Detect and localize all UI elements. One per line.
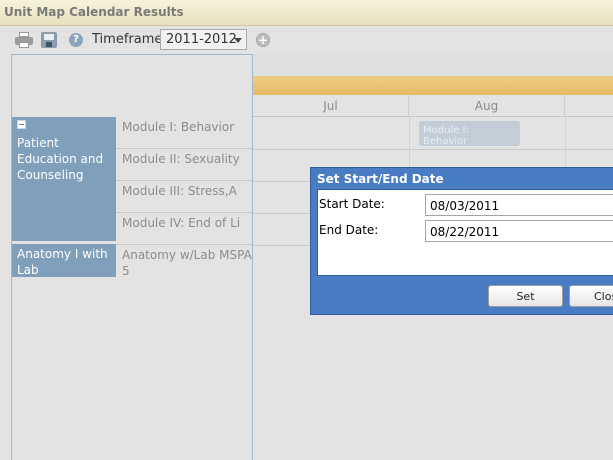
dialog-body: Start Date: 08/03/2011 End Date: 08/22/2… — [317, 189, 613, 276]
timeline-header-top — [253, 54, 613, 76]
module-row[interactable]: Module IV: End of Li — [116, 213, 252, 245]
timeline-header-band — [253, 76, 613, 95]
save-icon[interactable] — [41, 32, 57, 48]
module-row[interactable]: Module III: Stress,A — [116, 181, 252, 213]
month-header: Jul — [253, 95, 409, 117]
window-title: Unit Map Calendar Results — [4, 5, 184, 19]
start-date-label: Start Date: — [319, 197, 385, 211]
module-name: Module I: Behavior — [122, 120, 235, 134]
help-icon[interactable]: ? — [69, 33, 83, 47]
module-row[interactable]: Module II: Sexuality — [116, 149, 252, 181]
module-row[interactable]: Anatomy w/Lab MSPA 5 — [116, 245, 252, 281]
module-name: Module III: Stress,A — [122, 184, 237, 198]
toolbar: ? Timeframe: 2011-2012 + — [0, 26, 613, 54]
timeframe-select[interactable]: 2011-2012 — [160, 29, 247, 50]
window-titlebar: Unit Map Calendar Results — [0, 0, 613, 26]
timeframe-value: 2011-2012 — [166, 32, 237, 47]
event-label: Module I: Behavior — [423, 125, 469, 147]
program-name: Patient Education and Counseling — [17, 136, 104, 182]
program-cell[interactable]: Patient Education and Counseling — [12, 117, 116, 241]
printer-icon[interactable] — [15, 32, 33, 48]
dialog-title: Set Start/End Date — [317, 172, 444, 186]
module-row[interactable]: Module I: Behavior — [116, 117, 252, 149]
module-name: Module II: Sexuality — [122, 152, 240, 166]
program-name: Anatomy I with Lab — [17, 247, 108, 277]
close-button[interactable]: Close — [569, 285, 613, 307]
calendar-event[interactable]: Module I: Behavior — [419, 121, 520, 147]
row-divider — [253, 149, 613, 150]
set-date-dialog: Set Start/End Date Start Date: 08/03/201… — [310, 167, 613, 315]
module-name: Module IV: End of Li — [122, 216, 241, 230]
module-name: Anatomy w/Lab MSPA 5 — [122, 248, 252, 278]
program-cell[interactable]: Anatomy I with Lab — [12, 244, 116, 277]
chevron-down-icon — [234, 38, 242, 43]
set-button[interactable]: Set — [488, 285, 563, 307]
collapse-icon[interactable] — [17, 120, 26, 129]
month-header-row: Jul Aug — [253, 95, 613, 117]
add-icon[interactable]: + — [256, 33, 270, 47]
end-date-field[interactable]: 08/22/2011 — [425, 220, 613, 242]
start-date-field[interactable]: 08/03/2011 — [425, 194, 613, 216]
end-date-label: End Date: — [319, 223, 379, 237]
month-header: Aug — [409, 95, 565, 117]
timeframe-label: Timeframe: — [92, 32, 167, 47]
